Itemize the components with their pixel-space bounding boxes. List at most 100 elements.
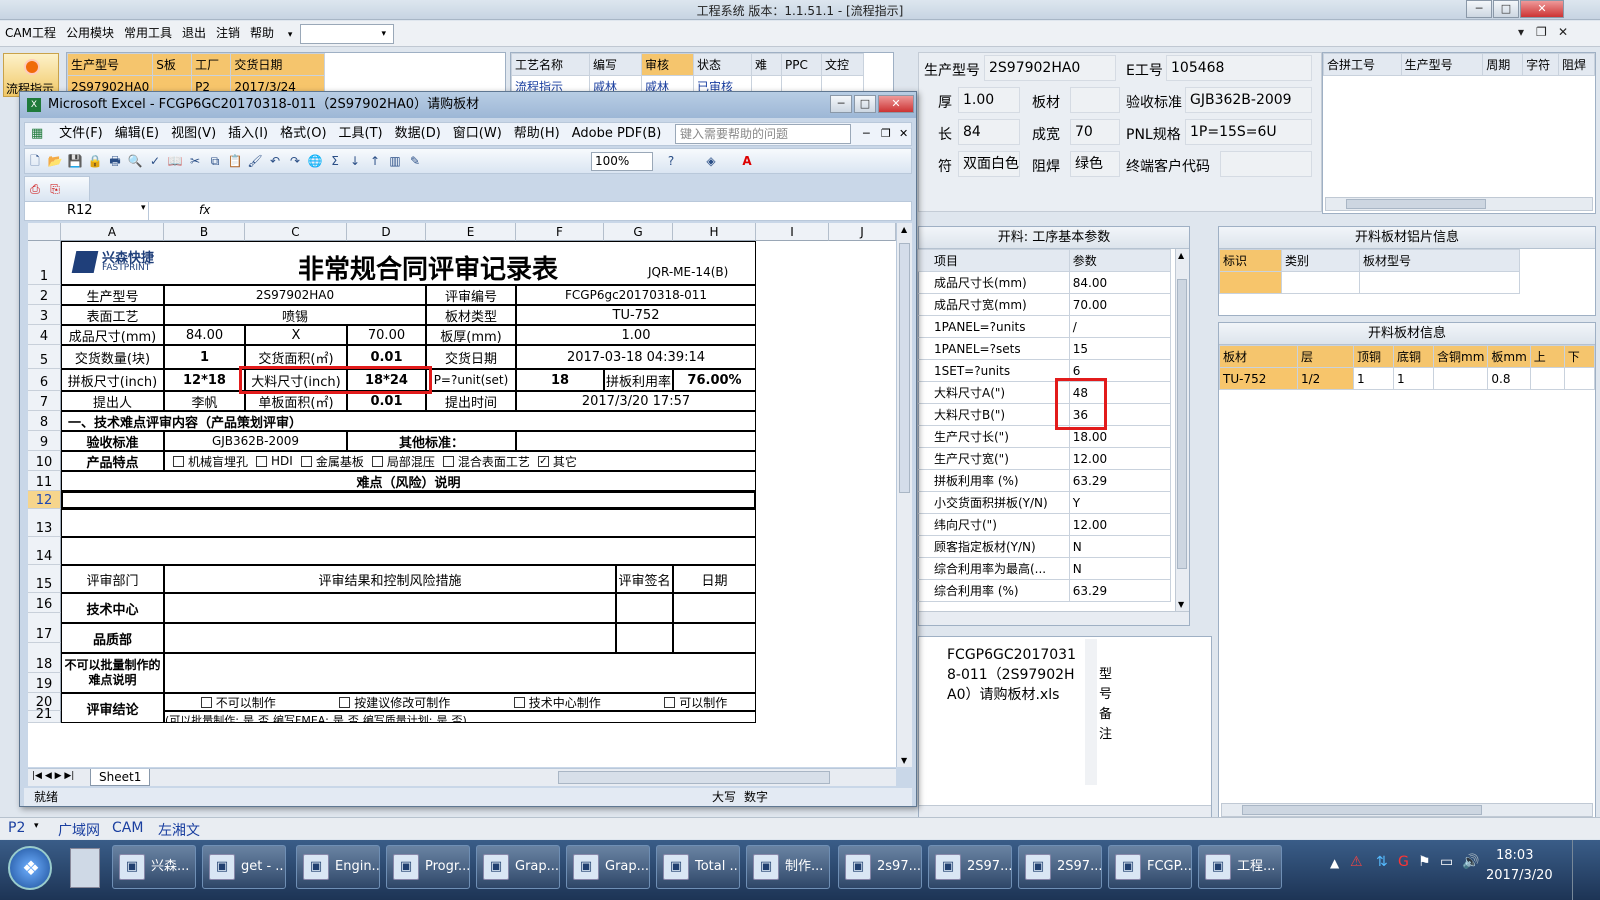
xl-menu-file[interactable]: 文件(F) (53, 123, 109, 145)
pdf-icon[interactable]: ⎙ (26, 180, 44, 198)
checkbox[interactable]: ✓ (537, 455, 549, 467)
table-row[interactable]: 小交货面积拼板(Y/N) Y (917, 491, 1172, 514)
col-header[interactable]: I (756, 223, 829, 241)
print-icon[interactable]: 🖶 (106, 152, 124, 170)
mask-field[interactable]: 绿色 (1070, 151, 1120, 177)
taskbar-item[interactable]: ▣ 2S97... (1018, 845, 1102, 889)
taskbar-item[interactable]: ▣ 制作... (746, 845, 830, 889)
accept-std-field[interactable]: GJB362B-2009 (1185, 87, 1312, 113)
taskbar-item[interactable]: ▣ Total ... (656, 845, 740, 889)
params-hscrollbar[interactable] (919, 611, 1189, 625)
table-row[interactable]: 拼板利用率 (%) 63.29 (917, 469, 1172, 492)
tray-display-icon[interactable]: ▭ (1440, 854, 1453, 870)
table-row[interactable]: 成品尺寸长(mm) 84.00 (917, 271, 1172, 294)
table-row[interactable]: TU-752 1/2 1 1 0.8 (1219, 367, 1595, 390)
table-row[interactable]: 生产尺寸长(") 18.00 (917, 425, 1172, 448)
table-row[interactable]: 生产尺寸宽(") 12.00 (917, 447, 1172, 470)
col-header[interactable]: C (245, 223, 347, 241)
checkbox[interactable] (256, 455, 268, 467)
scroll-down-icon[interactable]: ▼ (901, 756, 907, 765)
table-row[interactable]: 1PANEL=?sets 15 (917, 337, 1172, 360)
tray-app-icon[interactable]: ⚠ (1350, 854, 1363, 870)
chart-icon[interactable]: ▥ (386, 152, 404, 170)
checkbox[interactable] (200, 696, 212, 708)
tray-security-icon[interactable]: G (1398, 854, 1409, 870)
clock-time[interactable]: 18:03 (1496, 848, 1533, 863)
checkbox[interactable] (513, 696, 525, 708)
row-header[interactable]: 18 (28, 643, 61, 673)
row-header[interactable]: 19 (28, 673, 61, 693)
row-header[interactable]: 14 (28, 537, 61, 565)
pnl-field[interactable]: 1P=15S=6U (1185, 119, 1312, 145)
table-row[interactable]: 大料尺寸A(") 48 (917, 381, 1172, 404)
prod-model-field[interactable]: 2S97902HA0 (984, 55, 1116, 81)
tray-volume-icon[interactable]: 🔊 (1462, 854, 1479, 870)
menu-public[interactable]: 公用模块 (61, 21, 119, 45)
col-merge-model[interactable]: 生产型号 (1400, 53, 1484, 76)
help-search-input[interactable]: 键入需要帮助的问题 (675, 124, 851, 144)
col-param[interactable]: 参数 (1068, 249, 1172, 272)
row-header[interactable]: 15 (28, 565, 61, 593)
tray-net-icon[interactable]: ⇅ (1376, 854, 1388, 870)
col-merge-no[interactable]: 合拼工号 (1323, 53, 1402, 76)
formula-input[interactable] (215, 202, 905, 220)
xl-menu-data[interactable]: 数据(D) (389, 123, 447, 145)
mdi-close-icon[interactable]: ✕ (1558, 25, 1568, 39)
sort-desc-icon[interactable]: ↑ (366, 152, 384, 170)
menu-tools[interactable]: 常用工具 (119, 21, 177, 45)
row-header[interactable]: 11 (28, 471, 61, 491)
spell-icon[interactable]: ✓ (146, 152, 164, 170)
checkbox[interactable] (442, 455, 454, 467)
col-mark[interactable]: 标识 (1219, 249, 1282, 272)
col-char[interactable]: 字符 (1522, 53, 1560, 76)
redo-icon[interactable]: ↷ (286, 152, 304, 170)
col-board-mm[interactable]: 板mm (1487, 345, 1531, 368)
col-factory[interactable]: 工厂 (191, 53, 232, 76)
sheet-vscrollbar[interactable]: ▲ ▼ (896, 223, 912, 767)
row-header[interactable]: 5 (28, 345, 61, 369)
cut-icon[interactable]: ✂ (186, 152, 204, 170)
checkbox[interactable] (173, 455, 184, 467)
xl-menu-format[interactable]: 格式(O) (274, 123, 332, 145)
copy-icon[interactable]: ⧉ (206, 152, 224, 170)
excel-maximize-button[interactable]: □ (854, 95, 876, 113)
col-doc-ctrl[interactable]: 文控 (821, 53, 864, 76)
col-top-cu[interactable]: 顶铜 (1353, 345, 1394, 368)
col-header[interactable]: H (673, 223, 756, 241)
checkbox[interactable] (664, 696, 676, 708)
scroll-thumb[interactable] (1346, 199, 1486, 209)
format-painter-icon[interactable]: 🖌 (246, 152, 264, 170)
research-icon[interactable]: 📖 (166, 152, 184, 170)
thickness-field[interactable]: 1.00 (958, 87, 1020, 113)
menu-dropdown-icon[interactable]: ▾ (283, 23, 298, 47)
menu-combo[interactable]: ▾ (300, 24, 394, 44)
checkbox[interactable] (371, 455, 383, 467)
note-vscrollbar[interactable] (1085, 639, 1097, 785)
xl-menu-help[interactable]: 帮助(H) (508, 123, 566, 145)
xl-menu-view[interactable]: 视图(V) (165, 123, 222, 145)
col-difficulty[interactable]: 难 (751, 53, 782, 76)
paste-icon[interactable]: 📋 (226, 152, 244, 170)
table-row[interactable]: 成品尺寸宽(mm) 70.00 (917, 293, 1172, 316)
row-header[interactable]: 4 (28, 325, 61, 345)
board-hscrollbar[interactable] (1221, 803, 1593, 817)
chevron-down-icon[interactable]: ▾ (141, 203, 146, 213)
col-author[interactable]: 编写 (589, 53, 642, 76)
tab-first-icon[interactable]: |◀ ◀ ▶ ▶| (32, 771, 74, 781)
start-button[interactable]: ❖ (8, 846, 52, 890)
mdi-restore-icon[interactable]: ❐ (1536, 25, 1547, 39)
menu-logout[interactable]: 注销 (211, 21, 245, 45)
fill-color-icon[interactable]: ◈ (702, 152, 720, 170)
xl-menu-insert[interactable]: 插入(I) (222, 123, 274, 145)
col-review[interactable]: 审核 (641, 53, 694, 76)
col-ppc[interactable]: PPC (781, 53, 822, 76)
col-layer[interactable]: 层 (1297, 345, 1354, 368)
pdf-mail-icon[interactable]: ⎘ (46, 180, 64, 198)
col-board[interactable]: 板材 (1219, 345, 1298, 368)
status-plant[interactable]: P2 (8, 820, 25, 836)
close-button[interactable]: ✕ (1520, 0, 1564, 18)
taskbar-item[interactable]: ▣ Progr... (386, 845, 470, 889)
col-header[interactable]: A (61, 223, 164, 241)
col-category[interactable]: 类别 (1281, 249, 1360, 272)
col-s-board[interactable]: S板 (152, 53, 193, 76)
